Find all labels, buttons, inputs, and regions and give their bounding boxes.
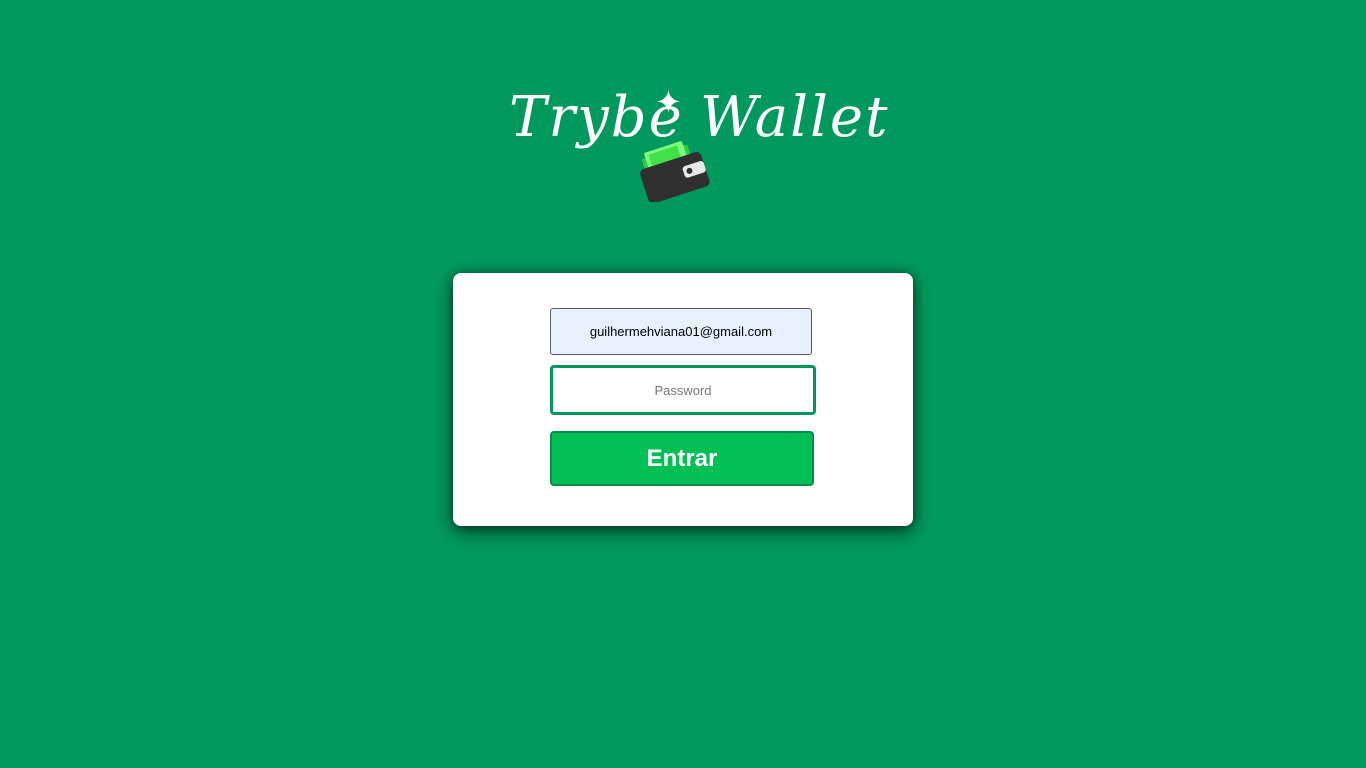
sparkle-icon: ✦ [655, 83, 682, 121]
login-button[interactable]: Entrar [550, 431, 814, 486]
email-input[interactable] [550, 308, 812, 355]
wallet-icon [640, 141, 710, 202]
login-card: Entrar [453, 273, 913, 526]
app-logo: Trybe ✦ Wallet [505, 83, 888, 206]
logo-word-wallet: Wallet [700, 85, 890, 150]
password-input[interactable] [550, 365, 816, 415]
